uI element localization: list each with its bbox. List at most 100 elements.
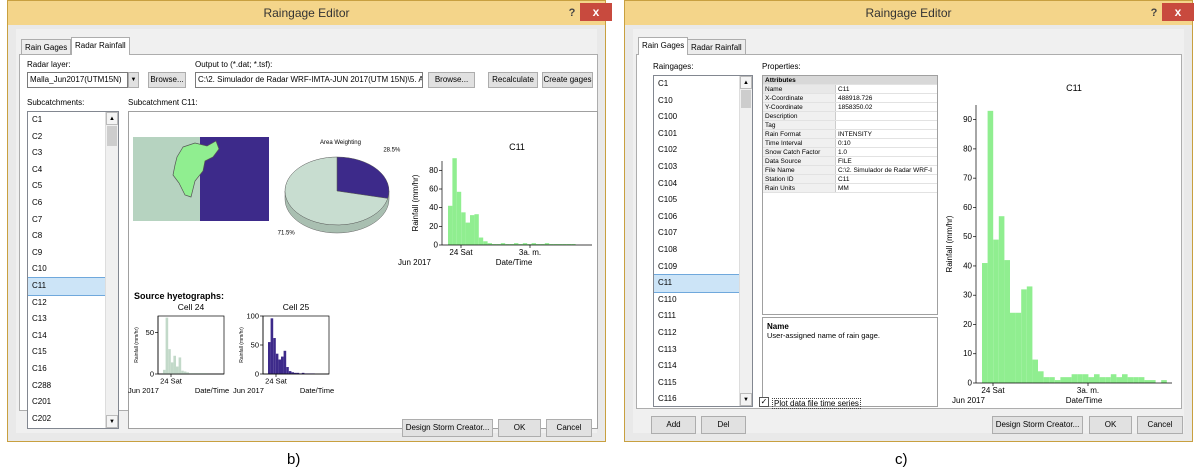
raingage-item[interactable]: C102	[654, 142, 739, 159]
tab-radar-rainfall[interactable]: Radar Rainfall	[687, 39, 746, 55]
y-tick-label: 30	[963, 291, 972, 300]
browse-output-button[interactable]: Browse...	[428, 72, 475, 88]
scroll-down-icon[interactable]: ▼	[106, 415, 118, 428]
property-row[interactable]: Rain Format INTENSITY	[763, 130, 937, 139]
cancel-button[interactable]: Cancel	[1137, 416, 1183, 434]
tab-rain-gages[interactable]: Rain Gages	[21, 39, 72, 55]
raingage-item[interactable]: C100	[654, 109, 739, 126]
raingage-item[interactable]: C11	[654, 274, 740, 293]
raingages-list[interactable]: C1 C10 C100 C101 C102 C103 C104 C105 C106 C107 C10…	[653, 75, 753, 407]
raingage-item[interactable]: C115	[654, 375, 739, 392]
close-button[interactable]: x	[1162, 3, 1194, 21]
property-value[interactable]	[836, 121, 937, 129]
ok-button[interactable]: OK	[1089, 416, 1132, 434]
subcatchment-item[interactable]: C16	[28, 361, 105, 378]
subcatchment-item[interactable]: C201	[28, 394, 105, 411]
raingage-item[interactable]: C111	[654, 308, 739, 325]
property-value[interactable]: FILE	[836, 157, 937, 165]
subcatchment-item[interactable]: C7	[28, 212, 105, 229]
property-row[interactable]: Station ID C11	[763, 175, 937, 184]
property-row[interactable]: Time Interval 0:10	[763, 139, 937, 148]
raingage-item[interactable]: C113	[654, 342, 739, 359]
scroll-up-icon[interactable]: ▲	[106, 112, 118, 125]
raingage-item[interactable]: C116	[654, 391, 739, 406]
close-button[interactable]: x	[580, 3, 612, 21]
subcatchment-item[interactable]: C15	[28, 344, 105, 361]
property-value[interactable]: 488918.726	[836, 94, 937, 102]
subcatchment-item[interactable]: C288	[28, 378, 105, 395]
subcatchment-item[interactable]: C4	[28, 162, 105, 179]
raingages-scrollbar[interactable]: ▲ ▼	[739, 76, 752, 406]
property-value[interactable]: 0:10	[836, 139, 937, 147]
property-value[interactable]: C:\2. Simulador de Radar WRF-I	[836, 166, 937, 174]
output-path-field[interactable]: C:\2. Simulador de Radar WRF-IMTA-JUN 20…	[195, 72, 423, 88]
raingage-item[interactable]: C105	[654, 192, 739, 209]
raingage-item[interactable]: C108	[654, 242, 739, 259]
tab-radar-rainfall[interactable]: Radar Rainfall	[71, 37, 130, 55]
radar-layer-select[interactable]: Malla_Jun2017(UTM15N)	[27, 72, 128, 88]
plot-time-series-checkbox[interactable]: ✓	[759, 397, 769, 407]
subcatchment-item[interactable]: C6	[28, 195, 105, 212]
subcatchment-item[interactable]: C10	[28, 261, 105, 278]
property-value[interactable]: 1858350.02	[836, 103, 937, 111]
property-row[interactable]: File Name C:\2. Simulador de Radar WRF-I	[763, 166, 937, 175]
property-row[interactable]: Tag	[763, 121, 937, 130]
ok-button[interactable]: OK	[498, 419, 541, 437]
tab-rain-gages[interactable]: Rain Gages	[638, 37, 689, 55]
raingage-item[interactable]: C114	[654, 358, 739, 375]
raingage-item[interactable]: C109	[654, 259, 739, 276]
raingage-item[interactable]: C107	[654, 225, 739, 242]
property-row[interactable]: Snow Catch Factor 1.0	[763, 148, 937, 157]
property-row[interactable]: X-Coordinate 488918.726	[763, 94, 937, 103]
raingage-item[interactable]: C112	[654, 325, 739, 342]
radar-layer-dropdown-icon[interactable]: ▼	[128, 72, 139, 88]
recalculate-button[interactable]: Recalculate	[488, 72, 538, 88]
raingage-item[interactable]: C110	[654, 292, 739, 309]
help-icon[interactable]: ?	[563, 5, 581, 21]
bar	[1144, 380, 1150, 383]
chart-title: C11	[509, 142, 525, 152]
design-storm-creator-button[interactable]: Design Storm Creator...	[402, 419, 493, 437]
subcatchments-list[interactable]: C1 C2 C3 C4 C5 C6 C7 C8 C9 C10 C11 C12 C13 C14 C15 C16 C…	[27, 111, 119, 429]
subcatchment-item[interactable]: C11	[28, 276, 106, 296]
property-value[interactable]: INTENSITY	[836, 130, 937, 138]
raingage-item[interactable]: C103	[654, 159, 739, 176]
property-row[interactable]: Data Source FILE	[763, 157, 937, 166]
property-row[interactable]: Name C11	[763, 85, 937, 94]
design-storm-creator-button[interactable]: Design Storm Creator...	[992, 416, 1083, 434]
subcatchment-item[interactable]: C1	[28, 112, 105, 129]
subcatchment-item[interactable]: C12	[28, 295, 105, 312]
browse-radar-button[interactable]: Browse...	[148, 72, 186, 88]
subcatchment-item[interactable]: C8	[28, 228, 105, 245]
add-button[interactable]: Add	[651, 416, 696, 434]
cancel-button[interactable]: Cancel	[546, 419, 592, 437]
property-value[interactable]	[836, 112, 937, 120]
subcatchment-item[interactable]: C202	[28, 411, 105, 428]
subcatchment-item[interactable]: C2	[28, 129, 105, 146]
help-icon[interactable]: ?	[1145, 5, 1163, 21]
property-row[interactable]: Y-Coordinate 1858350.02	[763, 103, 937, 112]
subcatchment-item[interactable]: C9	[28, 245, 105, 262]
scroll-up-icon[interactable]: ▲	[740, 76, 752, 89]
property-value[interactable]: MM	[836, 184, 937, 192]
del-button[interactable]: Del	[701, 416, 746, 434]
raingage-item[interactable]: C104	[654, 176, 739, 193]
raingage-item[interactable]: C106	[654, 209, 739, 226]
bar	[268, 342, 271, 374]
property-value[interactable]: C11	[836, 175, 937, 183]
scroll-down-icon[interactable]: ▼	[740, 393, 752, 406]
create-gages-button[interactable]: Create gages	[542, 72, 593, 88]
raingage-item[interactable]: C10	[654, 93, 739, 110]
raingage-item[interactable]: C101	[654, 126, 739, 143]
subcatchment-item[interactable]: C13	[28, 311, 105, 328]
properties-grid[interactable]: Attributes Name C11 X-Coordinate 488918.726…	[762, 75, 938, 315]
subcatchment-item[interactable]: C5	[28, 178, 105, 195]
raingage-item[interactable]: C1	[654, 76, 739, 93]
property-row[interactable]: Description	[763, 112, 937, 121]
subcatchments-scrollbar[interactable]: ▲ ▼	[105, 112, 118, 428]
property-value[interactable]: C11	[836, 85, 937, 93]
property-value[interactable]: 1.0	[836, 148, 937, 156]
property-row[interactable]: Rain Units MM	[763, 184, 937, 193]
subcatchment-item[interactable]: C14	[28, 328, 105, 345]
subcatchment-item[interactable]: C3	[28, 145, 105, 162]
